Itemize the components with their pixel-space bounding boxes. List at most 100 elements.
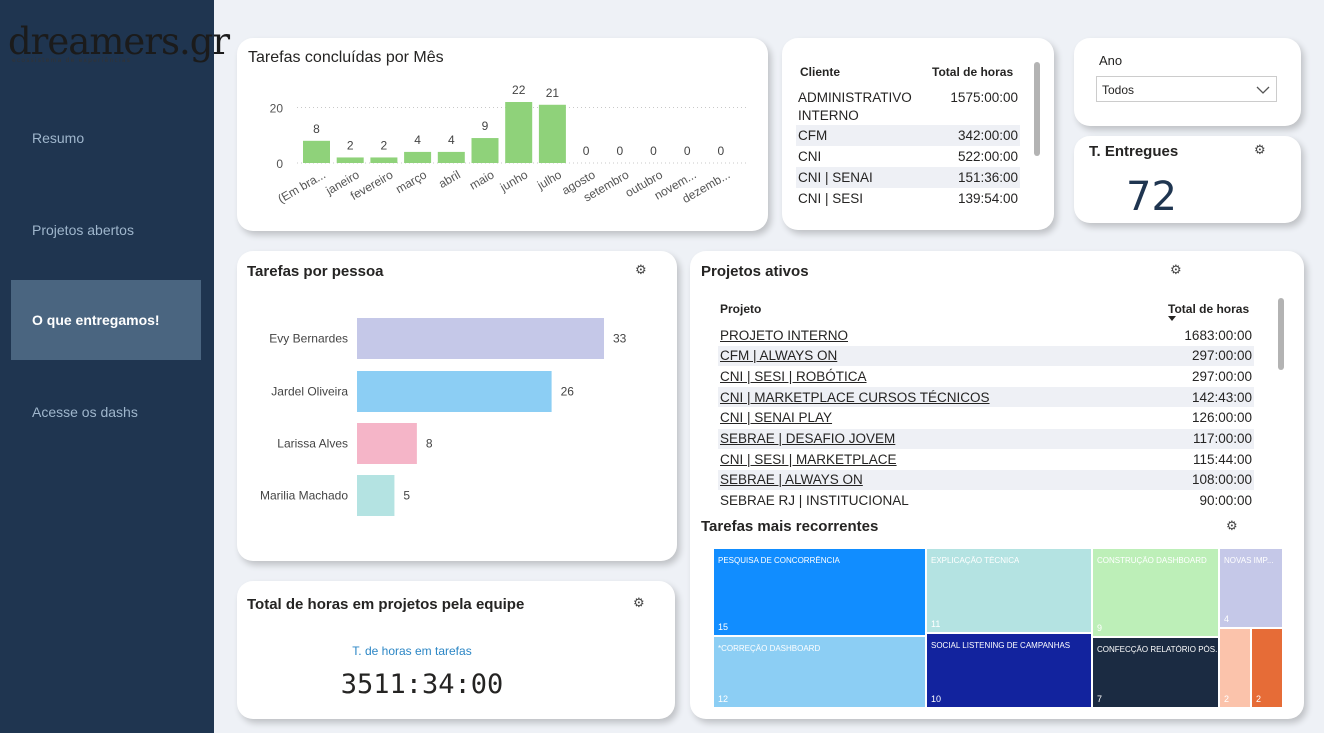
project-hours: 117:00:00 (1192, 431, 1252, 446)
project-hours: 108:00:00 (1191, 472, 1252, 488)
year-filter-card: Ano Todos (1074, 38, 1301, 126)
nav-item-o-que-entregamos[interactable]: O que entregamos! (11, 280, 201, 360)
category-label: Evy Bernardes (269, 332, 348, 346)
sort-desc-icon[interactable] (1168, 316, 1176, 321)
client-hours: 342:00:00 (957, 128, 1018, 143)
project-name[interactable]: CNI | SESI | MARKETPLACE (720, 452, 897, 467)
gear-icon[interactable]: ⚙ (1254, 143, 1266, 158)
treemap-cell[interactable]: CONSTRUÇÃO DASHBOARD 9 (1092, 548, 1219, 637)
bar (357, 318, 604, 359)
nav-item-resumo[interactable]: Resumo (11, 98, 201, 178)
data-label: 2 (347, 138, 354, 152)
project-name[interactable]: CNI | SESI | ROBÓTICA (720, 369, 867, 384)
table-row[interactable]: PROJETO INTERNO 1683:00:00 (718, 325, 1254, 345)
project-name[interactable]: CFM | ALWAYS ON (720, 348, 837, 363)
project-name[interactable]: CNI | SENAI PLAY (720, 410, 832, 425)
gear-icon[interactable]: ⚙ (1226, 519, 1238, 534)
year-filter-label: Ano (1099, 53, 1123, 68)
gear-icon[interactable]: ⚙ (1170, 263, 1182, 278)
treemap-cell[interactable]: *CORREÇÃO DASHBOARD 12 (713, 636, 926, 708)
treemap-cell-value: 4 (1224, 614, 1230, 624)
entregues-value: 72 (1126, 174, 1177, 220)
data-label: 0 (650, 144, 657, 158)
table-row[interactable]: CNI | SESI 139:54:00 (796, 188, 1020, 209)
col-header-total-horas[interactable]: Total de horas (932, 65, 1013, 79)
client-name: CNI (798, 149, 822, 164)
table-row[interactable]: CNI | SENAI 151:36:00 (796, 167, 1020, 188)
data-label: 33 (613, 332, 627, 346)
client-name: ADMINISTRATIVO (798, 90, 912, 105)
projects-scrollbar[interactable] (1278, 298, 1284, 370)
treemap-cell-label: CONSTRUÇÃO DASHBOARD (1097, 556, 1207, 565)
treemap-cell-label: PESQUISA DE CONCORRÊNCIA (718, 556, 840, 565)
projects-title: Projetos ativos (701, 263, 809, 280)
project-hours: 126:00:00 (1191, 410, 1252, 426)
client-hours: 522:00:00 (957, 149, 1018, 164)
table-row[interactable]: SEBRAE RJ | INSTITUCIONAL 90:00:00 (718, 491, 1254, 511)
bar (357, 371, 552, 412)
client-hours: 151:36:00 (957, 170, 1018, 185)
treemap-cell[interactable]: SOCIAL LISTENING DE CAMPANHAS 10 (926, 633, 1092, 708)
project-name[interactable]: CNI | MARKETPLACE CURSOS TÉCNICOS (720, 390, 990, 405)
total-hours-title: Total de horas em projetos pela equipe (247, 596, 525, 613)
treemap-cell-label: NOVAS IMP... (1224, 556, 1274, 565)
nav-item-acesse-os-dashs[interactable]: Acesse os dashs (11, 372, 201, 452)
table-row[interactable]: CNI | SENAI PLAY 126:00:00 (718, 408, 1254, 428)
data-label: 8 (313, 122, 320, 136)
client-name: CNI | SENAI (798, 170, 873, 185)
project-name[interactable]: SEBRAE | DESAFIO JOVEM (720, 431, 895, 446)
client-hours: 139:54:00 (957, 191, 1018, 206)
data-label: 0 (583, 144, 590, 158)
treemap-cell[interactable]: 2 (1251, 628, 1283, 708)
table-row[interactable]: ADMINISTRATIVO INTERNO 1575:00:00 (798, 89, 1018, 125)
bar (538, 104, 566, 163)
client-name: CFM (798, 128, 828, 143)
col-header-total-horas[interactable]: Total de horas (1168, 302, 1249, 316)
bar (357, 475, 395, 516)
table-row[interactable]: SEBRAE | ALWAYS ON 108:00:00 (718, 469, 1254, 490)
project-hours: 297:00:00 (1191, 348, 1252, 364)
treemap-cell[interactable]: EXPLICAÇÃO TÉCNICA 11 (926, 548, 1092, 633)
year-select[interactable]: Todos (1096, 76, 1277, 102)
client-name: CNI | SESI (798, 191, 864, 206)
treemap-title: Tarefas mais recorrentes (701, 518, 879, 535)
project-name[interactable]: SEBRAE | ALWAYS ON (720, 472, 863, 487)
gear-icon[interactable]: ⚙ (633, 596, 645, 611)
people-tasks-card: Tarefas por pessoa ⚙ Evy Bernardes 33 Jard… (237, 251, 677, 561)
project-hours: 90:00:00 (1199, 493, 1252, 509)
treemap-cell-label: SOCIAL LISTENING DE CAMPANHAS (931, 641, 1071, 650)
table-row[interactable]: SEBRAE | DESAFIO JOVEM 117:00:00 (718, 428, 1254, 449)
table-row[interactable]: CFM | ALWAYS ON 297:00:00 (718, 345, 1254, 366)
people-bar-chart: Evy Bernardes 33 Jardel Oliveira 26 Larissa … (260, 318, 627, 516)
category-label: Jardel Oliveira (271, 385, 348, 399)
x-tick-label: março (393, 167, 429, 196)
data-label: 0 (684, 144, 691, 158)
table-row[interactable]: CNI | SESI | MARKETPLACE 115:44:00 (718, 449, 1254, 469)
table-row[interactable]: CNI | MARKETPLACE CURSOS TÉCNICOS 142:43:… (718, 387, 1254, 408)
client-hours-table: Cliente Total de horas ADMINISTRATIVO INT… (782, 38, 1054, 230)
chevron-down-icon (1256, 86, 1270, 94)
treemap-cell[interactable]: PESQUISA DE CONCORRÊNCIA 15 (713, 548, 926, 636)
monthly-bar-chart: 0208(Em bra...2janeiro2fevereiro4março4a… (270, 83, 749, 206)
table-row[interactable]: CNI | SESI | ROBÓTICA 297:00:00 (718, 366, 1254, 386)
table-row[interactable]: CFM 342:00:00 (796, 125, 1020, 146)
treemap-cell[interactable]: NOVAS IMP... 4 (1219, 548, 1283, 628)
col-header-cliente[interactable]: Cliente (800, 65, 840, 79)
active-projects-card: Projetos ativos ⚙ Projeto Total de horas… (690, 251, 1304, 719)
bar (505, 102, 533, 163)
treemap-cell-value: 15 (718, 622, 729, 632)
bar (471, 138, 499, 163)
treemap-cell[interactable]: 2 (1219, 628, 1251, 708)
treemap-cell[interactable]: CONFECÇÃO RELATÓRIO PÓS... 7 (1092, 637, 1222, 708)
nav-item-projetos-abertos[interactable]: Projetos abertos (11, 190, 201, 270)
total-hours-card: Total de horas em projetos pela equipe ⚙… (237, 581, 675, 719)
y-tick-label: 20 (270, 102, 284, 116)
x-tick-label: julho (534, 167, 564, 192)
table-row[interactable]: CNI 522:00:00 (796, 146, 1020, 167)
treemap-cell-value: 12 (718, 694, 729, 704)
col-header-projeto[interactable]: Projeto (720, 302, 761, 316)
table-scrollbar[interactable] (1034, 62, 1040, 156)
treemap-cell-value: 2 (1256, 694, 1262, 704)
bar (357, 423, 417, 464)
project-name[interactable]: PROJETO INTERNO (720, 328, 848, 343)
